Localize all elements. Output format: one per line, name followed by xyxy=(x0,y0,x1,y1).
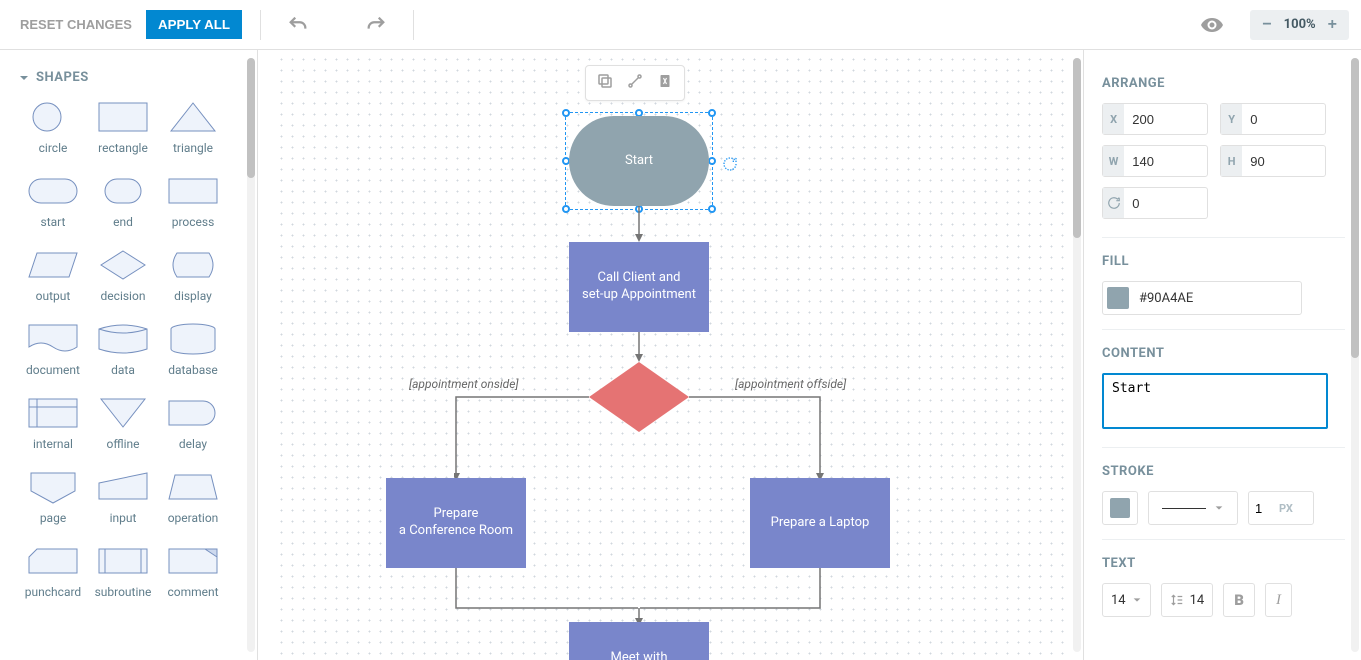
shape-process[interactable]: process xyxy=(158,173,228,229)
shapes-panel: SHAPES circlerectangletriangle startendpr… xyxy=(0,50,258,660)
angle-field[interactable] xyxy=(1102,187,1208,219)
shape-rectangle[interactable]: rectangle xyxy=(88,99,158,155)
preview-button[interactable] xyxy=(1192,5,1232,45)
shape-document[interactable]: document xyxy=(18,321,88,377)
left-scrollbar[interactable] xyxy=(247,58,255,652)
content-header: CONTENT xyxy=(1102,346,1345,361)
zoom-control: − 100% + xyxy=(1250,10,1349,40)
text-header: TEXT xyxy=(1102,556,1345,571)
node-start[interactable]: Start xyxy=(569,116,709,206)
shape-data[interactable]: data xyxy=(88,321,158,377)
chevron-down-icon xyxy=(1132,595,1142,605)
stroke-style[interactable] xyxy=(1148,491,1238,525)
stroke-color[interactable] xyxy=(1102,491,1138,525)
arrange-header: ARRANGE xyxy=(1102,76,1345,91)
line-height-field[interactable]: 14 xyxy=(1161,583,1214,617)
zoom-in-button[interactable]: + xyxy=(1322,16,1343,34)
canvas-scrollbar[interactable] xyxy=(1073,58,1081,652)
shape-triangle[interactable]: triangle xyxy=(158,99,228,155)
edge-label-onside: [appointment onside] xyxy=(409,377,519,391)
properties-panel: ARRANGE X Y W H FILL #90A4AE xyxy=(1083,50,1361,660)
edge-branches[interactable] xyxy=(454,395,824,485)
rotate-icon xyxy=(1103,188,1124,218)
italic-button[interactable]: I xyxy=(1265,583,1292,617)
shape-operation[interactable]: operation xyxy=(158,469,228,525)
shape-subroutine[interactable]: subroutine xyxy=(88,543,158,599)
right-scrollbar[interactable] xyxy=(1351,58,1359,652)
redo-button[interactable] xyxy=(357,6,395,44)
y-field[interactable]: Y xyxy=(1220,103,1326,135)
redo-icon xyxy=(365,14,387,36)
divider xyxy=(413,10,414,40)
rotate-handle-icon[interactable] xyxy=(722,156,738,176)
shape-page[interactable]: page xyxy=(18,469,88,525)
fill-swatch[interactable]: #90A4AE xyxy=(1102,281,1302,315)
fill-header: FILL xyxy=(1102,254,1345,269)
delete-icon[interactable] xyxy=(656,72,674,94)
undo-button[interactable] xyxy=(279,6,317,44)
shape-punchcard[interactable]: punchcard xyxy=(18,543,88,599)
shape-output[interactable]: output xyxy=(18,247,88,303)
caret-down-icon xyxy=(18,72,30,84)
stroke-width[interactable]: PX xyxy=(1248,491,1314,525)
font-size-select[interactable]: 14 xyxy=(1102,583,1151,617)
shape-offline[interactable]: offline xyxy=(88,395,158,451)
h-field[interactable]: H xyxy=(1220,145,1326,177)
line-height-icon xyxy=(1170,593,1184,607)
topbar: RESET CHANGES APPLY ALL − 100% + xyxy=(0,0,1361,50)
diagram-canvas[interactable]: Start Call Client and set-up Appointment xyxy=(272,50,1069,660)
node-prepare-room[interactable]: Prepare a Conference Room xyxy=(386,478,526,568)
divider xyxy=(260,10,261,40)
shape-start[interactable]: start xyxy=(18,173,88,229)
eye-icon xyxy=(1200,13,1224,37)
node-meet-client[interactable]: Meet with the Client xyxy=(569,622,709,660)
fill-color-swatch[interactable] xyxy=(1107,287,1129,309)
edge-converge[interactable] xyxy=(452,568,826,628)
w-field[interactable]: W xyxy=(1102,145,1208,177)
chevron-down-icon xyxy=(1214,503,1224,513)
selection-toolbar xyxy=(585,65,685,101)
shapes-header[interactable]: SHAPES xyxy=(18,70,249,85)
zoom-value: 100% xyxy=(1284,17,1316,32)
x-field[interactable]: X xyxy=(1102,103,1208,135)
canvas-area: Start Call Client and set-up Appointment xyxy=(258,50,1083,660)
edge[interactable] xyxy=(635,332,643,364)
shape-internal[interactable]: internal xyxy=(18,395,88,451)
shape-input[interactable]: input xyxy=(88,469,158,525)
apply-all-button[interactable]: APPLY ALL xyxy=(146,10,242,39)
copy-icon[interactable] xyxy=(596,72,614,94)
shape-comment[interactable]: comment xyxy=(158,543,228,599)
edge[interactable] xyxy=(635,206,643,244)
undo-icon xyxy=(287,14,309,36)
shape-database[interactable]: database xyxy=(158,321,228,377)
shape-display[interactable]: display xyxy=(158,247,228,303)
node-prepare-laptop[interactable]: Prepare a Laptop xyxy=(750,478,890,568)
shape-decision[interactable]: decision xyxy=(88,247,158,303)
connect-icon[interactable] xyxy=(626,72,644,94)
edge-label-offside: [appointment offside] xyxy=(735,377,846,391)
content-input[interactable]: Start xyxy=(1102,373,1328,429)
shape-circle[interactable]: circle xyxy=(18,99,88,155)
reset-changes-button[interactable]: RESET CHANGES xyxy=(12,11,140,38)
shape-end[interactable]: end xyxy=(88,173,158,229)
node-call-client[interactable]: Call Client and set-up Appointment xyxy=(569,242,709,332)
zoom-out-button[interactable]: − xyxy=(1256,16,1277,34)
stroke-header: STROKE xyxy=(1102,464,1345,479)
shape-delay[interactable]: delay xyxy=(158,395,228,451)
bold-button[interactable]: B xyxy=(1223,583,1255,617)
